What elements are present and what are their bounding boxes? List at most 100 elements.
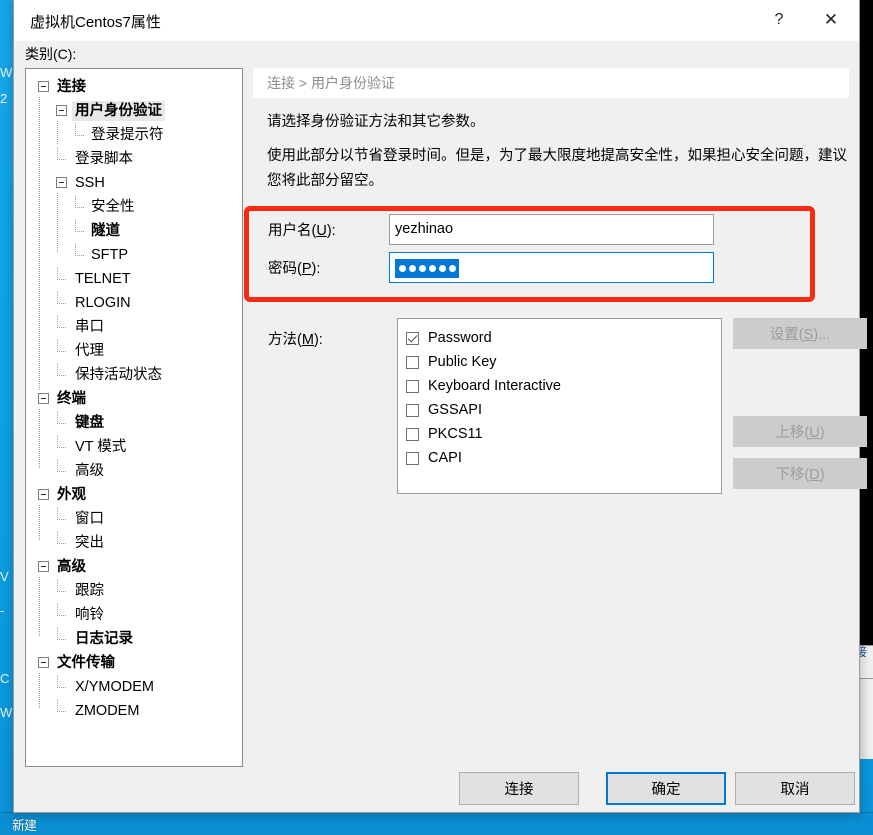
taskbar[interactable] [0,812,873,835]
tree-item[interactable]: 用户身份验证 [26,99,242,123]
tree-item[interactable]: SSH [26,171,242,195]
tree-item-label: RLOGIN [75,295,131,311]
tree-item[interactable]: 日志记录 [26,627,242,651]
tree-item-label: 突出 [75,535,104,551]
tree-item[interactable]: 终端 [26,387,242,411]
tree-item[interactable]: 隧道 [26,219,242,243]
tree-item[interactable]: 高级 [26,459,242,483]
tree-expander-collapse-icon[interactable] [56,105,67,116]
tree-item[interactable]: 连接 [26,75,242,99]
tree-item[interactable]: 串口 [26,315,242,339]
connect-button[interactable]: 连接 [459,772,579,805]
methods-list[interactable]: Password Public Key Keyboard Interactive GS… [397,318,722,494]
checkbox-unchecked-icon[interactable] [406,355,419,369]
close-icon[interactable]: ✕ [808,4,854,35]
category-tree[interactable]: 连接 用户身份验证 登录提示符 登录脚本 SSH 安全性 隧道 SFTP TELNET RLOGI… [25,68,243,767]
tree-item[interactable]: VT 模式 [26,435,242,459]
tree-item-label: 日志记录 [75,631,133,647]
checkbox-unchecked-icon[interactable] [406,427,419,441]
tree-item[interactable]: 突出 [26,531,242,555]
properties-dialog: 虚拟机Centos7属性 ? ✕ 类别(C): 连接 用户身份验证 登录提示符 登录脚… [13,0,867,813]
tree-connector-line [57,711,66,712]
tree-item[interactable]: 安全性 [26,195,242,219]
password-dots [395,258,459,278]
tree-item[interactable]: 高级 [26,555,242,579]
checkbox-unchecked-icon[interactable] [406,451,419,465]
username-row: 用户名(U): [253,213,714,245]
tree-item-label: ZMODEM [75,703,140,719]
description-line-2: 使用此部分以节省登录时间。但是，为了最大限度地提高安全性，如果担心安全问题，建议… [267,148,847,189]
category-label: 类别(C): [25,46,77,62]
method-label: CAPI [428,450,462,466]
tree-item[interactable]: 登录脚本 [26,147,242,171]
tree-expander-collapse-icon[interactable] [38,561,49,572]
window-title: 虚拟机Centos7属性 [30,14,161,31]
side-button-label: 下移( [775,467,810,483]
tree-expander-collapse-icon[interactable] [38,489,49,500]
method-list-item[interactable]: Public Key [406,350,721,374]
tree-connector-line [57,303,66,304]
tree-connector-line [57,351,66,352]
tree-item[interactable]: TELNET [26,267,242,291]
tree-item[interactable]: X/YMODEM [26,675,242,699]
tree-item[interactable]: 外观 [26,483,242,507]
password-row: 密码(P): [253,251,714,283]
password-dot [398,264,406,272]
tree-connector-line [75,207,84,208]
tree-expander-collapse-icon[interactable] [56,177,67,188]
tree-item[interactable]: 响铃 [26,603,242,627]
move-up-button[interactable]: 上移(U) [733,416,867,447]
method-list-item[interactable]: Keyboard Interactive [406,374,721,398]
username-input[interactable] [389,213,714,245]
tree-item-label: 跟踪 [75,583,104,599]
tree-connector-line [57,471,66,472]
ok-button[interactable]: 确定 [606,772,726,805]
tree-item[interactable]: ZMODEM [26,699,242,723]
password-input[interactable] [389,251,714,283]
checkbox-unchecked-icon[interactable] [406,379,419,393]
settings-button[interactable]: 设置(S)... [733,318,867,349]
tree-guide-line [57,193,58,253]
tree-item[interactable]: RLOGIN [26,291,242,315]
method-list-item[interactable]: PKCS11 [406,422,721,446]
tree-item-label: X/YMODEM [75,679,154,695]
tree-connector-line [75,243,76,256]
tree-guide-line [39,97,40,391]
checkbox-unchecked-icon[interactable] [406,403,419,417]
tree-item[interactable]: 键盘 [26,411,242,435]
tree-connector-line [57,591,66,592]
tree-expander-collapse-icon[interactable] [38,81,49,92]
username-label: 用户名(U): [268,222,336,239]
side-button-label-suffix: ) [819,425,825,441]
tree-item-label: SSH [75,175,105,191]
tree-item-label: 窗口 [75,511,104,527]
tree-item[interactable]: 代理 [26,339,242,363]
tree-expander-collapse-icon[interactable] [38,657,49,668]
tree-item[interactable]: 保持活动状态 [26,363,242,387]
tree-guide-line [39,505,40,541]
method-list-item[interactable]: CAPI [406,446,721,470]
tree-item[interactable]: SFTP [26,243,242,267]
tree-connector-line [57,339,58,352]
tree-item-label: 高级 [57,559,86,575]
password-label: 密码(P): [268,260,321,277]
tree-item[interactable]: 登录提示符 [26,123,242,147]
tree-expander-collapse-icon[interactable] [38,393,49,404]
checkbox-checked-icon[interactable] [406,331,419,345]
taskbar-item-label[interactable]: 新建 [12,815,37,834]
method-list-item[interactable]: GSSAPI [406,398,721,422]
tree-item[interactable]: 窗口 [26,507,242,531]
tree-item-label: 高级 [75,463,104,479]
side-button-label: 上移( [775,425,810,441]
tree-connector-line [57,375,66,376]
tree-connector-line [57,447,66,448]
tree-item-label: TELNET [75,271,131,287]
tree-item[interactable]: 文件传输 [26,651,242,675]
cancel-button[interactable]: 取消 [735,772,855,805]
move-down-button[interactable]: 下移(D) [733,458,867,489]
tree-item-label: SFTP [91,247,129,263]
help-icon[interactable]: ? [756,4,802,35]
tree-connector-line [57,291,58,304]
method-list-item[interactable]: Password [406,326,721,350]
tree-item[interactable]: 跟踪 [26,579,242,603]
